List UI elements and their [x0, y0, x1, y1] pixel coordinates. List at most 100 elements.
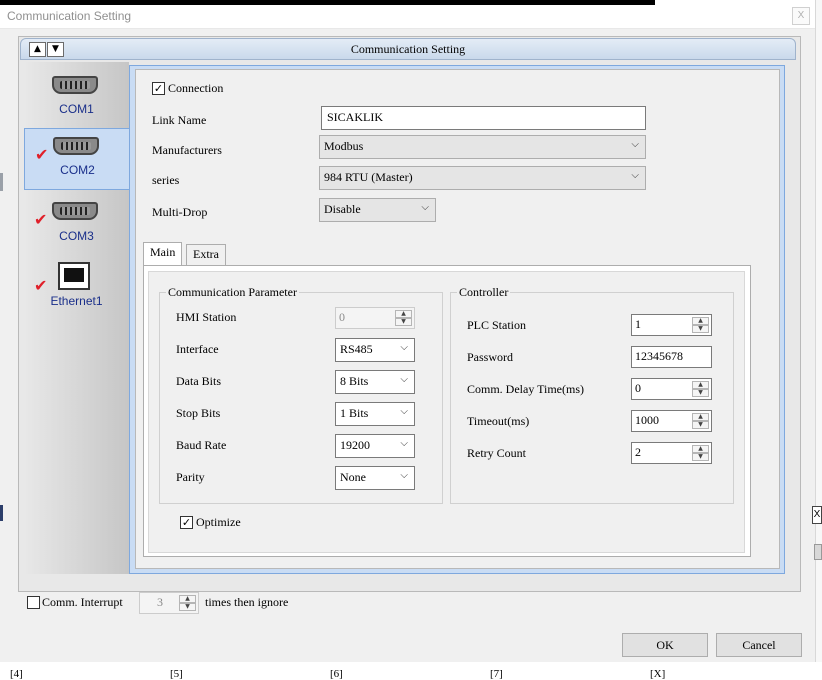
interface-label: Interface	[176, 342, 219, 356]
port-label: COM2	[60, 163, 95, 177]
parity-select[interactable]: None ⌵	[335, 466, 415, 490]
spin-up-icon[interactable]: ▲	[692, 381, 709, 389]
port-com3[interactable]: ✔ COM3	[24, 192, 129, 254]
background-tab: [7]	[490, 668, 503, 680]
spin-down-icon[interactable]: ▼	[692, 389, 709, 397]
spin-up-icon[interactable]: ▲	[692, 413, 709, 421]
multidrop-label: Multi-Drop	[152, 205, 208, 219]
comm-delay-spinner[interactable]: 0 ▲ ▼	[631, 378, 712, 400]
cancel-button[interactable]: Cancel	[716, 633, 802, 657]
password-label: Password	[467, 350, 514, 364]
baud-rate-label: Baud Rate	[176, 438, 227, 452]
spin-up-icon: ▲	[395, 310, 412, 318]
stop-bits-select[interactable]: 1 Bits ⌵	[335, 402, 415, 426]
group-title: Communication Parameter	[166, 285, 299, 300]
comm-delay-value: 0	[635, 381, 641, 395]
comm-interrupt-suffix: times then ignore	[205, 595, 289, 609]
comm-interrupt-value: 3	[157, 595, 163, 609]
interface-select[interactable]: RS485 ⌵	[335, 338, 415, 362]
retry-count-value: 2	[635, 445, 641, 459]
background-edge	[0, 505, 3, 521]
hmi-station-value: 0	[339, 310, 345, 324]
chevron-down-icon: ⌵	[631, 170, 639, 181]
series-value: 984 RTU (Master)	[324, 170, 413, 184]
background-scrollbar[interactable]	[814, 544, 822, 560]
data-bits-value: 8 Bits	[340, 374, 369, 388]
plc-station-spinner[interactable]: 1 ▲ ▼	[631, 314, 712, 336]
stop-bits-value: 1 Bits	[340, 406, 369, 420]
chevron-down-icon: ⌵	[400, 406, 408, 417]
connection-label: Connection	[168, 81, 224, 95]
manufacturers-select[interactable]: Modbus ⌵	[319, 135, 646, 159]
password-input[interactable]: 12345678	[631, 346, 712, 368]
baud-rate-select[interactable]: 19200 ⌵	[335, 434, 415, 458]
password-value: 12345678	[635, 349, 683, 363]
comm-interrupt-label: Comm. Interrupt	[42, 595, 123, 609]
timeout-value: 1000	[635, 413, 659, 427]
stop-bits-label: Stop Bits	[176, 406, 221, 420]
background-tab: [4]	[10, 668, 23, 680]
hmi-station-spinner: 0 ▲ ▼	[335, 307, 415, 329]
serial-port-icon	[52, 202, 98, 220]
chevron-down-icon: ⌵	[400, 374, 408, 385]
optimize-checkbox[interactable]: ✓	[180, 516, 193, 529]
background-window-edge	[815, 0, 822, 680]
connection-checkbox[interactable]: ✓	[152, 82, 165, 95]
link-name-label: Link Name	[152, 113, 207, 127]
multidrop-select[interactable]: Disable ⌵	[319, 198, 436, 222]
port-ethernet1[interactable]: ✔ Ethernet1	[24, 256, 129, 318]
spin-down-icon: ▼	[395, 318, 412, 326]
background-tab: [6]	[330, 668, 343, 680]
check-icon: ✔	[34, 210, 48, 229]
spin-down-icon[interactable]: ▼	[692, 421, 709, 429]
spin-down-icon[interactable]: ▼	[692, 325, 709, 333]
link-name-input[interactable]: SICAKLIK	[321, 106, 646, 130]
spin-down-icon: ▼	[179, 603, 196, 611]
comm-interrupt-spinner: 3 ▲ ▼	[139, 592, 199, 614]
series-select[interactable]: 984 RTU (Master) ⌵	[319, 166, 646, 190]
plc-station-label: PLC Station	[467, 318, 527, 332]
serial-port-icon	[53, 137, 99, 155]
spin-up-icon[interactable]: ▲	[692, 445, 709, 453]
spin-up-icon[interactable]: ▲	[692, 317, 709, 325]
background-tab-strip: [4] [5] [6] [7] [X]	[0, 662, 822, 680]
close-button[interactable]: X	[792, 7, 810, 25]
background-edge	[0, 173, 3, 191]
port-label: COM1	[59, 102, 94, 116]
chevron-down-icon: ⌵	[421, 202, 429, 213]
tab-extra[interactable]: Extra	[186, 244, 226, 266]
port-com2[interactable]: ✔ COM2	[24, 128, 130, 190]
ethernet-port-icon	[58, 262, 90, 290]
group-title: Controller	[457, 285, 511, 300]
background-tab: [X]	[650, 668, 666, 680]
chevron-down-icon: ⌵	[400, 470, 408, 481]
tab-main[interactable]: Main	[143, 242, 183, 266]
baud-rate-value: 19200	[340, 438, 370, 452]
retry-count-spinner[interactable]: 2 ▲ ▼	[631, 442, 712, 464]
timeout-label: Timeout(ms)	[467, 414, 530, 428]
panel-header: ▲ ▼ Communication Setting	[20, 38, 796, 60]
port-label: COM3	[59, 229, 94, 243]
chevron-down-icon: ⌵	[400, 342, 408, 353]
data-bits-select[interactable]: 8 Bits ⌵	[335, 370, 415, 394]
port-com1[interactable]: COM1	[24, 66, 129, 128]
manufacturers-label: Manufacturers	[152, 143, 222, 157]
chevron-down-icon: ⌵	[400, 438, 408, 449]
spin-down-icon[interactable]: ▼	[692, 453, 709, 461]
background-tab: [5]	[170, 668, 183, 680]
comm-delay-label: Comm. Delay Time(ms)	[467, 382, 585, 396]
serial-port-icon	[52, 76, 98, 94]
series-label: series	[152, 173, 180, 187]
parity-value: None	[340, 470, 366, 484]
background-close-icon[interactable]: X	[812, 506, 822, 524]
comm-interrupt-checkbox[interactable]	[27, 596, 40, 609]
parity-label: Parity	[176, 470, 205, 484]
chevron-down-icon: ⌵	[631, 139, 639, 150]
data-bits-label: Data Bits	[176, 374, 221, 388]
hmi-station-label: HMI Station	[176, 310, 237, 324]
timeout-spinner[interactable]: 1000 ▲ ▼	[631, 410, 712, 432]
title-bar: Communication Setting	[0, 5, 815, 29]
ok-button[interactable]: OK	[622, 633, 708, 657]
check-icon: ✔	[35, 145, 49, 164]
manufacturers-value: Modbus	[324, 139, 364, 153]
